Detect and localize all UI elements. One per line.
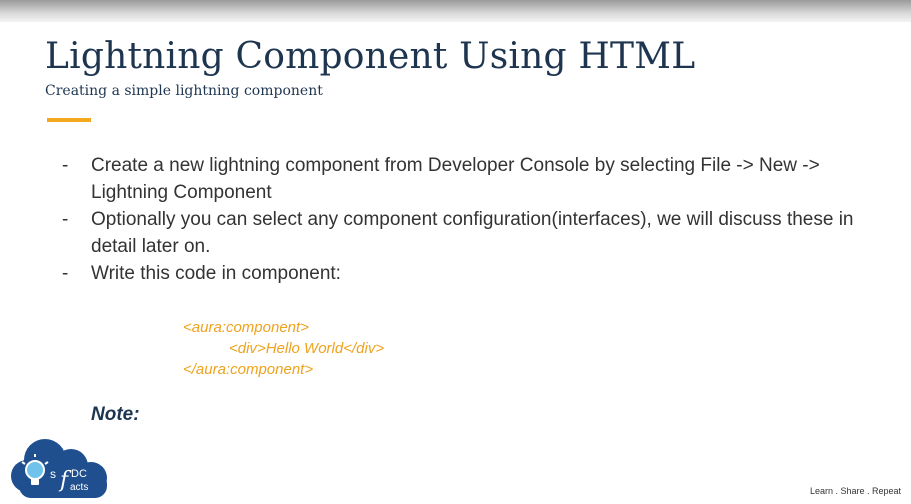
bullet-item: - Optionally you can select any componen… [62, 206, 882, 260]
bullet-text: Create a new lightning component from De… [91, 155, 820, 203]
code-block: <aura:component> <div>Hello World</div> … [183, 317, 384, 380]
code-line: <aura:component> [183, 319, 309, 336]
logo-letters-acts: acts [70, 482, 88, 493]
bullet-item: - Create a new lightning component from … [62, 152, 882, 206]
accent-underline [47, 118, 91, 122]
sfdc-facts-logo: s f DC acts [11, 439, 107, 498]
logo-letters-dc: DC [71, 468, 87, 480]
bullet-text: Optionally you can select any component … [91, 209, 854, 257]
window-top-bar [0, 0, 911, 22]
bullet-dash: - [62, 263, 69, 284]
footer-tagline: Learn . Share . Repeat [809, 486, 901, 496]
bullet-list: - Create a new lightning component from … [62, 152, 882, 287]
bullet-dash: - [62, 155, 69, 176]
code-line: <div>Hello World</div> [229, 340, 385, 357]
bullet-text: Write this code in component: [91, 263, 341, 284]
bullet-dash: - [62, 209, 69, 230]
bullet-item: - Write this code in component: [62, 260, 882, 287]
code-line: </aura:component> [183, 361, 314, 378]
slide-title: Lightning Component Using HTML [45, 36, 696, 77]
logo-letter-s: s [50, 467, 56, 481]
note-label: Note: [91, 404, 140, 425]
slide-subtitle: Creating a simple lightning component [45, 83, 323, 99]
